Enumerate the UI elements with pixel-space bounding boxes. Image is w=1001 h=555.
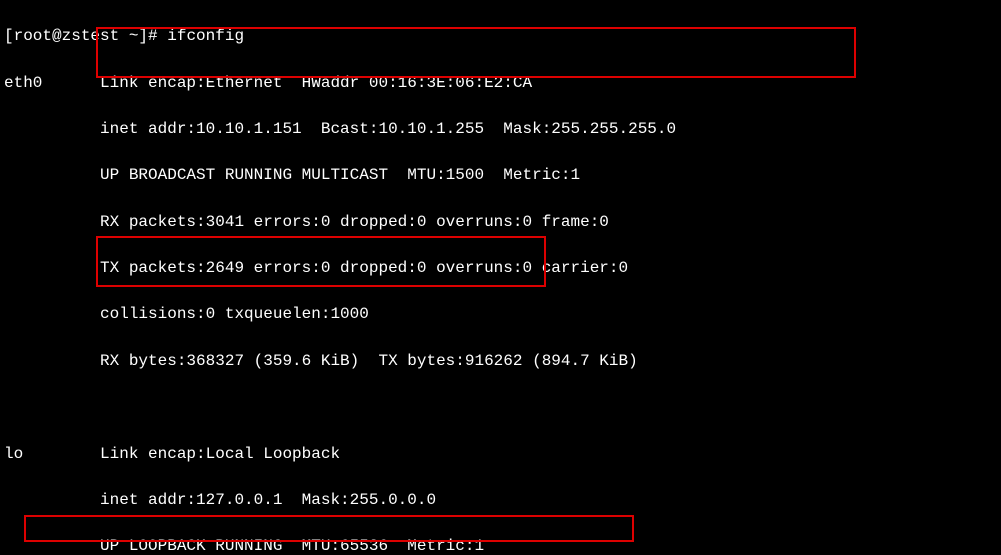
lo-flags: UP LOOPBACK RUNNING MTU:65536 Metric:1: [100, 537, 484, 555]
eth0-bytes: RX bytes:368327 (359.6 KiB) TX bytes:916…: [100, 352, 638, 370]
lo-link: Link encap:Local Loopback: [100, 445, 340, 463]
eth0-rxp-line: RX packets:3041 errors:0 dropped:0 overr…: [4, 211, 997, 234]
eth0-flags-line: UP BROADCAST RUNNING MULTICAST MTU:1500 …: [4, 164, 997, 187]
lo-inet: inet addr:127.0.0.1 Mask:255.0.0.0: [100, 491, 436, 509]
command-ifconfig: ifconfig: [167, 27, 244, 45]
terminal-output: [root@zstest ~]# ifconfig eth0 Link enca…: [0, 0, 1001, 555]
eth0-inet-line: inet addr:10.10.1.151 Bcast:10.10.1.255 …: [4, 118, 997, 141]
eth0-coll: collisions:0 txqueuelen:1000: [100, 305, 369, 323]
shell-prompt: [root@zstest ~]#: [4, 27, 167, 45]
eth0-txp-line: TX packets:2649 errors:0 dropped:0 overr…: [4, 257, 997, 280]
eth0-flags: UP BROADCAST RUNNING MULTICAST MTU:1500 …: [100, 166, 580, 184]
eth0-bytes-line: RX bytes:368327 (359.6 KiB) TX bytes:916…: [4, 350, 997, 373]
eth0-inet: inet addr:10.10.1.151 Bcast:10.10.1.255 …: [100, 120, 676, 138]
eth0-link: Link encap:Ethernet HWaddr 00:16:3E:06:E…: [100, 74, 532, 92]
eth0-link-line: eth0 Link encap:Ethernet HWaddr 00:16:3E…: [4, 72, 997, 95]
eth0-txp: TX packets:2649 errors:0 dropped:0 overr…: [100, 259, 628, 277]
lo-link-line: lo Link encap:Local Loopback: [4, 443, 997, 466]
iface-label: lo: [4, 445, 23, 463]
prompt-line-1[interactable]: [root@zstest ~]# ifconfig: [4, 25, 997, 48]
eth0-rxp: RX packets:3041 errors:0 dropped:0 overr…: [100, 213, 609, 231]
lo-inet-line: inet addr:127.0.0.1 Mask:255.0.0.0: [4, 489, 997, 512]
lo-flags-line: UP LOOPBACK RUNNING MTU:65536 Metric:1: [4, 535, 997, 555]
eth0-coll-line: collisions:0 txqueuelen:1000: [4, 303, 997, 326]
iface-label: eth0: [4, 74, 42, 92]
blank-line: [4, 396, 997, 419]
